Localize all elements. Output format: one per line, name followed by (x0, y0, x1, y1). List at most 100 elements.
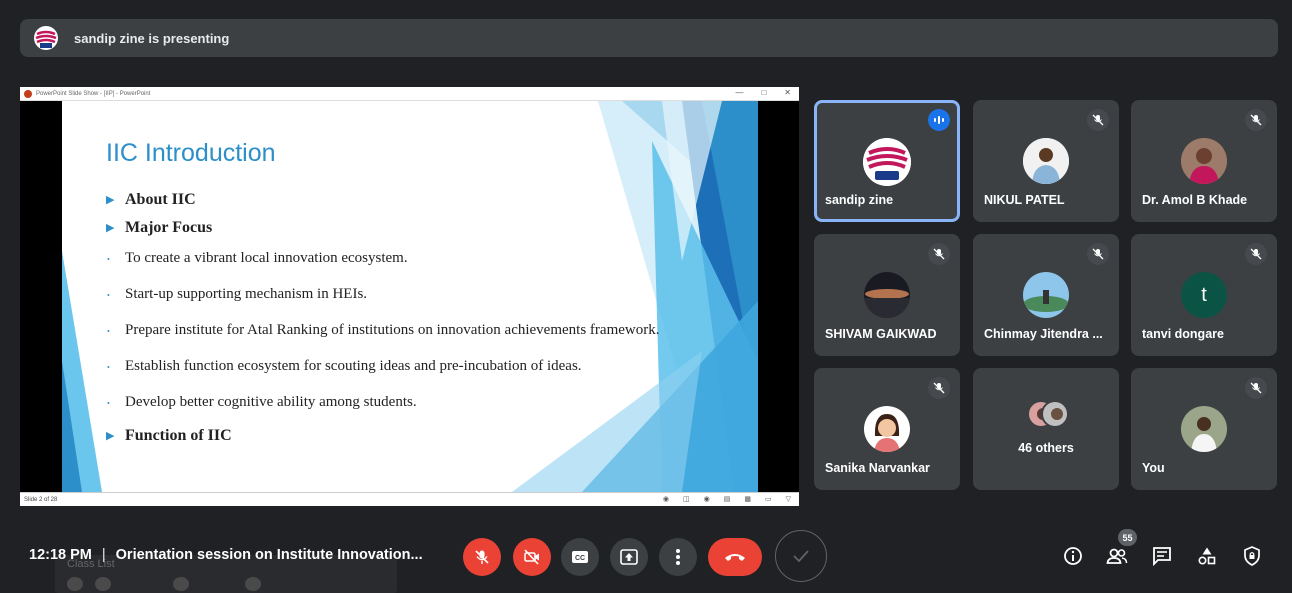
participant-avatar (864, 272, 910, 318)
participant-tile[interactable]: NIKUL PATEL (973, 100, 1119, 222)
participant-avatar (1023, 138, 1069, 184)
prev-icon: ◉ (662, 496, 669, 503)
participant-avatar (1041, 400, 1069, 428)
presenting-banner: sandip zine is presenting (20, 19, 1278, 57)
info-icon (1064, 547, 1082, 565)
svg-text:CC: CC (575, 555, 585, 562)
others-tile[interactable]: 46 others (973, 368, 1119, 490)
more-options-button[interactable] (659, 538, 697, 576)
bullet-item: Start-up supporting mechanism in HEIs. (106, 283, 726, 307)
participant-tile[interactable]: t tanvi dongare (1131, 234, 1277, 356)
ghost-avatar (67, 577, 83, 591)
mic-off-icon (1245, 243, 1267, 265)
speaking-indicator-icon (928, 109, 950, 131)
participant-tile[interactable]: SHIVAM GAIKWAD (814, 234, 960, 356)
powerpoint-icon (24, 89, 32, 98)
camera-off-icon (524, 549, 539, 565)
participant-avatar (1181, 138, 1227, 184)
ghost-avatar (173, 577, 189, 591)
chat-icon (1153, 547, 1171, 566)
powerpoint-titlebar: PowerPoint Slide Show - [IIP] - PowerPoi… (20, 87, 799, 101)
mic-off-icon (475, 550, 489, 564)
others-count: 46 others (1018, 441, 1074, 455)
camera-toggle-button[interactable] (513, 538, 551, 576)
slide-counter: Slide 2 of 28 (24, 496, 58, 503)
meeting-details: 12:18 PM | Orientation session on Instit… (29, 547, 423, 563)
more-vert-icon (676, 549, 680, 565)
mic-toggle-button[interactable] (463, 538, 501, 576)
self-tile[interactable]: You (1131, 368, 1277, 490)
participant-tile[interactable]: sandip zine (814, 100, 960, 222)
participant-avatar (864, 406, 910, 452)
mic-off-icon (1087, 109, 1109, 131)
mic-off-icon (1245, 109, 1267, 131)
participant-avatar (1023, 272, 1069, 318)
ghost-avatar (245, 577, 261, 591)
activities-shapes-icon (1198, 547, 1216, 565)
next-icon: ◉ (703, 496, 710, 503)
check-icon (793, 550, 809, 563)
normal-view-icon: ▤ (723, 496, 731, 503)
mic-off-icon (928, 377, 950, 399)
zine-logo-icon (863, 138, 911, 186)
presentation-screen[interactable]: PowerPoint Slide Show - [IIP] - PowerPoi… (20, 87, 799, 506)
ghost-avatar (95, 577, 111, 591)
bullet-item: Prepare institute for Atal Ranking of in… (106, 319, 726, 343)
people-icon (1106, 548, 1128, 564)
bullet-heading-about: About IIC (106, 191, 726, 219)
bullet-heading-focus: Major Focus (106, 219, 726, 247)
maximize-icon: □ (761, 88, 767, 97)
presenting-text: sandip zine is presenting (74, 30, 230, 46)
participant-avatar: t (1181, 272, 1227, 318)
zine-logo-icon (34, 26, 58, 50)
grid-view-icon: ▦ (744, 496, 751, 503)
minimize-icon: — (735, 88, 744, 97)
checkmark-button[interactable] (775, 530, 827, 582)
notes-icon: ◫ (683, 496, 690, 503)
participant-name: Chinmay Jitendra ... (984, 327, 1103, 341)
bullet-item: To create a vibrant local innovation eco… (106, 247, 726, 271)
present-screen-icon (620, 549, 638, 565)
hang-up-icon (725, 554, 745, 561)
clock: 12:18 PM (29, 547, 92, 563)
participant-name: SHIVAM GAIKWAD (825, 327, 937, 341)
others-avatars (1027, 400, 1069, 430)
activities-button[interactable] (1193, 542, 1221, 570)
participant-tile[interactable]: Chinmay Jitendra ... (973, 234, 1119, 356)
present-now-button[interactable] (610, 538, 648, 576)
participant-tile[interactable]: Sanika Narvankar (814, 368, 960, 490)
powerpoint-statusbar: Slide 2 of 28 ◉ ◫ ◉ ▤ ▦ ▭ ▽ (20, 492, 799, 506)
meet-window: sandip zine is presenting PowerPoint Sli… (0, 0, 1292, 593)
participant-name: You (1142, 461, 1165, 475)
people-button[interactable] (1103, 542, 1131, 570)
meeting-title: Orientation session on Institute Innovat… (115, 547, 423, 563)
participant-name: NIKUL PATEL (984, 193, 1065, 207)
slideshow-view-icon: ▽ (785, 496, 791, 503)
slide-title: IIC Introduction (106, 139, 276, 167)
participant-name: Dr. Amol B Khade (1142, 193, 1248, 207)
participant-avatar (1181, 406, 1227, 452)
host-controls-button[interactable] (1238, 542, 1266, 570)
mic-off-icon (1245, 377, 1267, 399)
participant-name: Sanika Narvankar (825, 461, 930, 475)
powerpoint-window-title: PowerPoint Slide Show - [IIP] - PowerPoi… (36, 90, 151, 97)
slide-bullets: About IIC Major Focus To create a vibran… (106, 191, 726, 455)
bullet-heading-function: Function of IIC (106, 427, 726, 455)
captions-icon: CC (572, 551, 588, 563)
bullet-item: Establish function ecosystem for scoutin… (106, 355, 726, 379)
chat-button[interactable] (1148, 542, 1176, 570)
mic-off-icon (1087, 243, 1109, 265)
participant-tile[interactable]: Dr. Amol B Khade (1131, 100, 1277, 222)
participant-name: sandip zine (825, 193, 894, 207)
captions-button[interactable]: CC (561, 538, 599, 576)
separator: | (101, 547, 106, 563)
shield-lock-icon (1244, 546, 1260, 566)
meeting-details-button[interactable] (1059, 542, 1087, 570)
slide: IIC Introduction About IIC Major Focus T… (62, 101, 758, 492)
leave-call-button[interactable] (708, 538, 762, 576)
participant-name: tanvi dongare (1142, 327, 1224, 341)
close-icon: ✕ (784, 88, 791, 97)
mic-off-icon (928, 243, 950, 265)
bullet-item: Develop better cognitive ability among s… (106, 391, 726, 415)
reading-view-icon: ▭ (764, 496, 772, 503)
